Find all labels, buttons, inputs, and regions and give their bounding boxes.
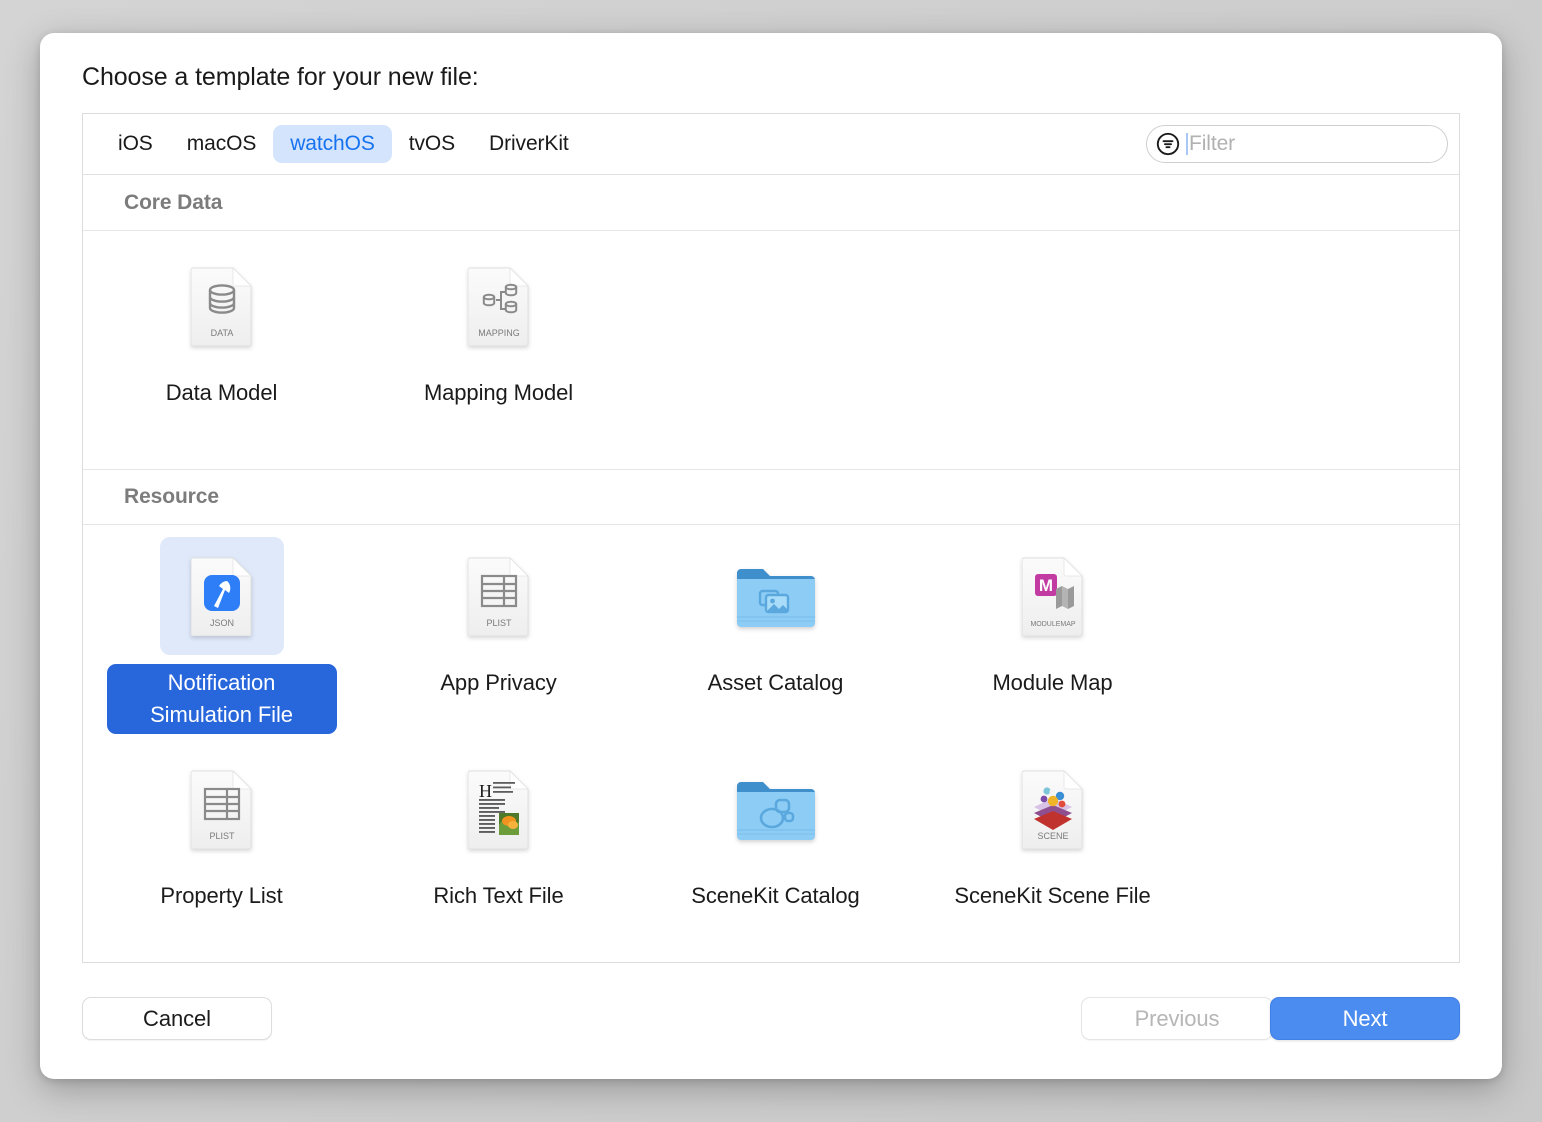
template-item[interactable]: Asset Catalog (637, 531, 914, 744)
template-grid-core-data: DATA Data Model MAPPING Mapping Model (83, 231, 1459, 469)
template-item[interactable]: SCENE SceneKit Scene File (914, 744, 1191, 957)
document-sheet: JSON (190, 556, 253, 636)
filter-field[interactable]: Filter (1146, 125, 1448, 163)
svg-text:MODULEMAP: MODULEMAP (1030, 621, 1075, 628)
svg-text:DATA: DATA (210, 328, 233, 338)
svg-text:PLIST: PLIST (209, 831, 235, 841)
dialog-footer: Cancel Previous Next (40, 963, 1502, 1079)
platform-tabbar: iOS macOS watchOS tvOS DriverKit Filter (83, 114, 1459, 175)
svg-text:H: H (479, 781, 492, 801)
document-sheet: PLIST (190, 769, 253, 849)
next-button[interactable]: Next (1270, 997, 1460, 1040)
plist-doc-icon: PLIST (160, 750, 284, 868)
template-item-label: Mapping Model (423, 380, 574, 405)
svg-text:SCENE: SCENE (1037, 831, 1068, 841)
data-model-doc-icon: DATA (160, 247, 284, 365)
template-item[interactable]: H Rich Text File (360, 744, 637, 957)
section-header-core-data: Core Data (83, 175, 1459, 231)
template-item-label: Module Map (992, 670, 1113, 695)
template-item-label: SceneKit Scene File (954, 883, 1151, 908)
template-item-label: SceneKit Catalog (691, 883, 860, 908)
template-browser-panel: iOS macOS watchOS tvOS DriverKit Filter Core… (82, 113, 1460, 963)
document-sheet: PLIST (467, 556, 530, 636)
svg-text:M: M (1038, 576, 1052, 595)
template-item-label: Asset Catalog (707, 670, 844, 695)
template-item-label: Notification Simulation File (106, 664, 337, 734)
document-sheet: M MODULEMAP (1021, 556, 1084, 636)
filter-circle-icon (1156, 132, 1180, 156)
template-item-label: App Privacy (440, 670, 557, 695)
page-title: Choose a template for your new file: (82, 63, 479, 91)
template-item-label: Data Model (165, 380, 278, 405)
document-sheet: SCENE (1021, 769, 1084, 849)
template-item[interactable]: M MODULEMAP Module Map (914, 531, 1191, 744)
mapping-model-doc-icon: MAPPING (437, 247, 561, 365)
filter-input[interactable]: Filter (1189, 132, 1235, 156)
rich-text-doc-icon: H (437, 750, 561, 868)
section-header-resource: Resource (83, 469, 1459, 525)
cancel-button[interactable]: Cancel (82, 997, 272, 1040)
plist-doc-icon: PLIST (437, 537, 561, 655)
modulemap-doc-icon: M MODULEMAP (991, 537, 1115, 655)
platform-tabs: iOS macOS watchOS tvOS DriverKit (101, 114, 586, 174)
folder-shape (734, 774, 818, 844)
template-item[interactable]: PLIST App Privacy (360, 531, 637, 744)
new-file-template-dialog: Choose a template for your new file: iOS… (40, 33, 1502, 1079)
text-cursor (1186, 133, 1188, 155)
scene-doc-icon: SCENE (991, 750, 1115, 868)
template-item[interactable]: DATA Data Model (83, 241, 360, 441)
svg-text:MAPPING: MAPPING (478, 328, 520, 338)
tab-tvos[interactable]: tvOS (392, 125, 472, 163)
tab-ios[interactable]: iOS (101, 125, 170, 163)
template-item[interactable]: MAPPING Mapping Model (360, 241, 637, 441)
svg-text:JSON: JSON (209, 618, 233, 628)
tab-watchos[interactable]: watchOS (273, 125, 392, 163)
folder-shape (734, 561, 818, 631)
asset-catalog-folder-icon (714, 537, 838, 655)
tab-driverkit[interactable]: DriverKit (472, 125, 586, 163)
document-sheet: DATA (190, 266, 253, 346)
template-item-label: Rich Text File (433, 883, 564, 908)
scenekit-catalog-folder-icon (714, 750, 838, 868)
template-item-label: Property List (160, 883, 283, 908)
template-item[interactable]: JSON Notification Simulation File (83, 531, 360, 744)
document-sheet: H (467, 769, 530, 849)
template-grid-resource: JSON Notification Simulation File PLIST App… (83, 525, 1459, 962)
template-item[interactable]: SceneKit Catalog (637, 744, 914, 957)
previous-button[interactable]: Previous (1081, 997, 1273, 1040)
document-sheet: MAPPING (467, 266, 530, 346)
svg-text:PLIST: PLIST (486, 618, 512, 628)
template-item[interactable]: PLIST Property List (83, 744, 360, 957)
json-doc-icon: JSON (159, 537, 284, 655)
tab-macos[interactable]: macOS (170, 125, 274, 163)
